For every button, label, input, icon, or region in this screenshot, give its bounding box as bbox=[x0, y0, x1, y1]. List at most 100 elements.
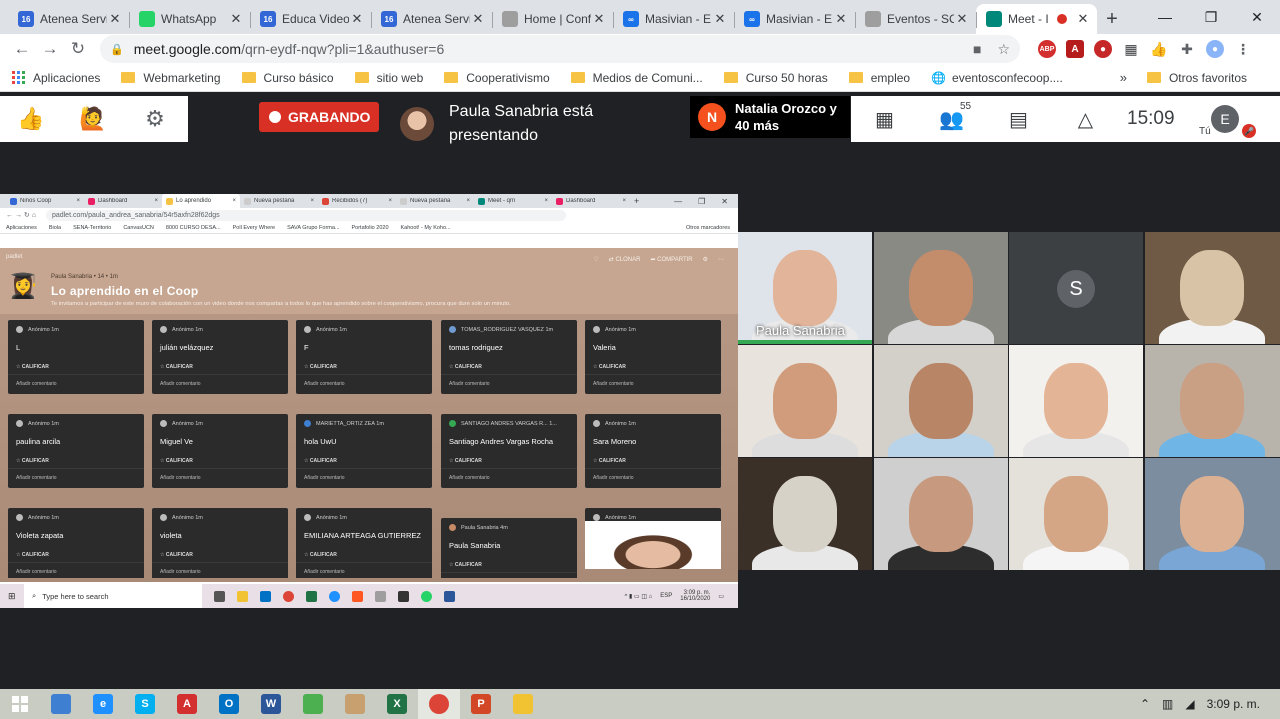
browser-tab[interactable]: 16 Educa Video ✕ bbox=[250, 4, 371, 34]
rate-button[interactable]: ☆ CALIFICAR bbox=[8, 454, 144, 468]
padlet-action[interactable]: ⚙ bbox=[703, 256, 708, 263]
gear-icon[interactable]: ⚙ bbox=[124, 106, 186, 132]
participant-tile[interactable] bbox=[874, 458, 1008, 570]
add-comment-link[interactable]: Añadir comentario bbox=[8, 374, 144, 394]
bookmark-item[interactable]: empleo bbox=[848, 71, 910, 85]
reload-icon[interactable]: ↻ bbox=[64, 35, 92, 63]
participant-tile[interactable] bbox=[874, 232, 1008, 344]
close-tab-icon[interactable]: ✕ bbox=[712, 11, 728, 27]
rate-button[interactable]: ☆ CALIFICAR bbox=[152, 454, 288, 468]
network-icon[interactable]: ▥ bbox=[1162, 697, 1173, 711]
close-tab-icon[interactable]: ✕ bbox=[591, 11, 607, 27]
padlet-action[interactable]: ➦ COMPARTIR bbox=[650, 256, 692, 263]
address-bar[interactable]: 🔒 meet.google.com/qrn-eydf-nqw?pli=1&aut… bbox=[100, 35, 1020, 63]
rate-button[interactable]: ☆ CALIFICAR bbox=[441, 558, 577, 572]
browser-tab[interactable]: ∞ Masivian - E ✕ bbox=[734, 4, 855, 34]
raise-hand-icon[interactable]: 🙋 bbox=[62, 106, 124, 132]
taskbar-clock[interactable]: 3:09 p. m. bbox=[1207, 697, 1260, 711]
add-comment-link[interactable]: Añadir comentario bbox=[152, 562, 288, 578]
acrobat-ext-icon[interactable]: A bbox=[1066, 40, 1084, 58]
lastpass-icon[interactable]: ● bbox=[1094, 40, 1112, 58]
rate-button[interactable]: ☆ CALIFICAR bbox=[296, 454, 432, 468]
close-tab-icon[interactable]: ✕ bbox=[349, 11, 365, 27]
padlet-post-card[interactable]: Anónimo 1m Sara Moreno ☆ CALIFICAR Añadir c… bbox=[585, 414, 721, 488]
taskbar-app[interactable]: X bbox=[376, 689, 418, 719]
close-tab-icon[interactable]: ✕ bbox=[228, 11, 244, 27]
participant-tile[interactable] bbox=[1145, 345, 1280, 457]
browser-tab[interactable]: 16 Atenea Servi ✕ bbox=[371, 4, 492, 34]
bookmark-item[interactable]: Medios de Comuni... bbox=[570, 71, 703, 85]
padlet-post-card[interactable]: Anónimo 1m Valeria ☆ CALIFICAR Añadir comen… bbox=[585, 320, 721, 394]
participant-tile[interactable] bbox=[1009, 345, 1143, 457]
add-comment-link[interactable]: Añadir comentario bbox=[585, 374, 721, 394]
rate-button[interactable]: ☆ CALIFICAR bbox=[585, 454, 721, 468]
padlet-post-card[interactable]: Anónimo 1m Violeta zapata ☆ CALIFICAR Añadi… bbox=[8, 508, 144, 578]
activities-icon[interactable]: △ bbox=[1052, 107, 1119, 132]
rate-button[interactable]: ☆ CALIFICAR bbox=[8, 360, 144, 374]
participant-tile[interactable] bbox=[1009, 458, 1143, 570]
padlet-action[interactable]: ⋯ bbox=[718, 256, 724, 263]
bookmark-item[interactable]: 🌐 eventosconfecoop.... bbox=[931, 71, 1063, 85]
rate-button[interactable]: ☆ CALIFICAR bbox=[585, 360, 721, 374]
taskbar-app[interactable] bbox=[40, 689, 82, 719]
padlet-post-card[interactable]: MARIETTA_ORTIZ ZEA 1m hola UwU ☆ CALIFICAR… bbox=[296, 414, 432, 488]
rate-button[interactable]: ☆ CALIFICAR bbox=[441, 360, 577, 374]
close-tab-icon[interactable]: ✕ bbox=[1075, 11, 1091, 27]
layout-grid-icon[interactable]: ▦ bbox=[851, 107, 918, 132]
add-comment-link[interactable]: Añadir comentario bbox=[152, 468, 288, 488]
participant-tile[interactable] bbox=[1145, 232, 1280, 344]
other-participants-badge[interactable]: N Natalia Orozco y 40 más bbox=[690, 96, 850, 138]
rate-button[interactable]: ☆ CALIFICAR bbox=[296, 360, 432, 374]
star-icon[interactable]: ☆ bbox=[997, 41, 1010, 58]
participant-tile[interactable]: Paula Sanabria bbox=[738, 232, 872, 344]
padlet-post-card[interactable]: Anónimo 1m EMILIANA ARTEAGA GUTIERREZ ☆ CA… bbox=[296, 508, 432, 578]
rate-button[interactable]: ☆ CALIFICAR bbox=[152, 548, 288, 562]
add-comment-link[interactable]: Añadir comentario bbox=[296, 374, 432, 394]
participant-tile[interactable] bbox=[738, 345, 872, 457]
bookmark-item[interactable]: Curso 50 horas bbox=[723, 71, 828, 85]
taskbar-app[interactable]: S bbox=[124, 689, 166, 719]
participant-tile[interactable] bbox=[738, 458, 872, 570]
add-comment-link[interactable]: Añadir comentario bbox=[8, 562, 144, 578]
rate-button[interactable]: ☆ CALIFICAR bbox=[8, 548, 144, 562]
padlet-post-card[interactable]: SANTIAGO ANDRES VARGAS R... 1... Santiago… bbox=[441, 414, 577, 488]
participant-tile[interactable]: S bbox=[1009, 232, 1143, 344]
people-icon[interactable]: 👥 55 bbox=[918, 101, 985, 132]
add-comment-link[interactable]: Añadir comentario bbox=[441, 572, 577, 578]
browser-tab[interactable]: Eventos - SC ✕ bbox=[855, 4, 976, 34]
menu-dots-icon[interactable]: ⋮ bbox=[1234, 40, 1252, 58]
padlet-post-card[interactable]: TOMAS_RODRIGUEZ VASQUEZ 1m tomas rodrigue… bbox=[441, 320, 577, 394]
padlet-post-card[interactable]: Anónimo 1m F ☆ CALIFICAR Añadir comentario bbox=[296, 320, 432, 394]
add-comment-link[interactable]: Añadir comentario bbox=[296, 468, 432, 488]
padlet-post-card[interactable]: Anónimo 1m bbox=[585, 508, 721, 569]
padlet-action[interactable]: ⇄ CLONAR bbox=[609, 256, 641, 263]
padlet-action[interactable]: ♡ bbox=[593, 256, 598, 263]
taskbar-app[interactable] bbox=[292, 689, 334, 719]
bookmark-item[interactable]: Cooperativismo bbox=[444, 71, 550, 85]
browser-tab[interactable]: ∞ Masivian - E ✕ bbox=[613, 4, 734, 34]
thumb-ext-icon[interactable]: 👍 bbox=[1150, 40, 1168, 58]
padlet-post-card[interactable]: Anónimo 1m violeta ☆ CALIFICAR Añadir comen… bbox=[152, 508, 288, 578]
bookmark-item[interactable]: Curso básico bbox=[241, 71, 334, 85]
volume-icon[interactable]: ◢ bbox=[1185, 697, 1194, 711]
bookmark-item[interactable]: Webmarketing bbox=[121, 71, 221, 85]
camera-icon[interactable]: ■ bbox=[973, 41, 981, 58]
rate-button[interactable]: ☆ CALIFICAR bbox=[441, 454, 577, 468]
participant-tile[interactable] bbox=[1145, 458, 1280, 570]
padlet-post-card[interactable]: Anónimo 1m paulina arcila ☆ CALIFICAR Añadi… bbox=[8, 414, 144, 488]
puzzle-icon[interactable]: ✚ bbox=[1178, 40, 1196, 58]
taskbar-app[interactable]: P bbox=[460, 689, 502, 719]
forward-arrow-icon[interactable]: → bbox=[36, 35, 64, 63]
rate-button[interactable]: ☆ CALIFICAR bbox=[152, 360, 288, 374]
close-tab-icon[interactable]: ✕ bbox=[107, 11, 123, 27]
padlet-post-card[interactable]: Paula Sanabria 4m Paula Sanabria ☆ CALIFIC… bbox=[441, 518, 577, 578]
padlet-post-card[interactable]: Anónimo 1m L ☆ CALIFICAR Añadir comentario bbox=[8, 320, 144, 394]
add-comment-link[interactable]: Añadir comentario bbox=[441, 374, 577, 394]
rate-button[interactable]: ☆ CALIFICAR bbox=[296, 548, 432, 562]
other-bookmarks[interactable]: Otros favoritos bbox=[1146, 71, 1247, 85]
taskbar-app[interactable]: A bbox=[166, 689, 208, 719]
add-comment-link[interactable]: Añadir comentario bbox=[441, 468, 577, 488]
taskbar-app[interactable]: O bbox=[208, 689, 250, 719]
thumbs-up-icon[interactable]: 👍 bbox=[0, 106, 62, 132]
browser-tab[interactable]: Meet - I ✕ bbox=[976, 4, 1097, 34]
